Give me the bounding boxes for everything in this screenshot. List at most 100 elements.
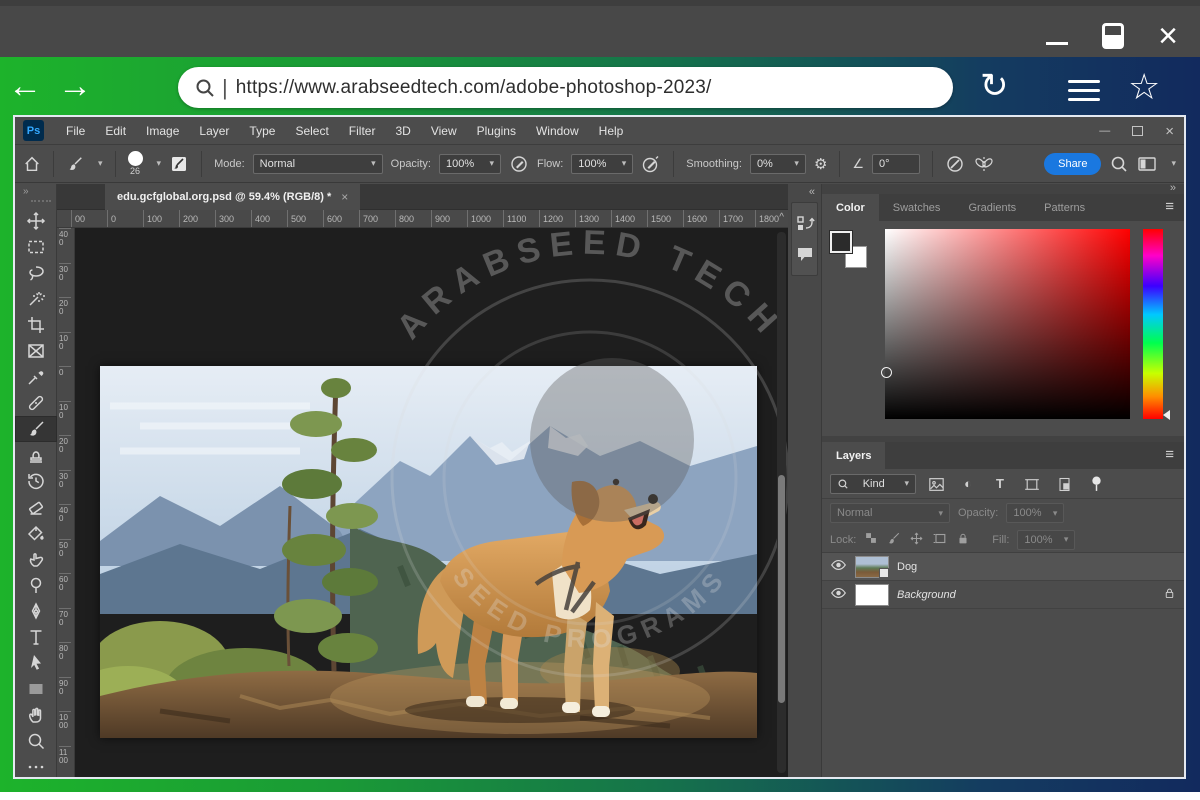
canvas[interactable]: ARABSEED TECH SEED PROGRAMS [75,228,788,777]
filter-shape-layers-icon[interactable] [1020,475,1044,491]
tab-swatches[interactable]: Swatches [879,194,955,221]
maximize-button[interactable] [1102,23,1124,49]
brush-settings-panel-icon[interactable] [169,154,189,174]
menu-item[interactable]: Layer [189,124,239,138]
minimize-button[interactable] [1046,42,1068,45]
visibility-eye-icon[interactable] [830,558,847,575]
lock-pixels-icon[interactable] [886,531,901,549]
menu-item[interactable]: Filter [339,124,386,138]
rectangle-tool[interactable] [15,676,57,702]
browser-menu-button[interactable] [1068,74,1100,107]
menu-item[interactable]: Type [239,124,285,138]
lock-position-icon[interactable] [909,531,924,549]
color-picker-handle[interactable] [881,367,892,378]
filter-smart-objects-icon[interactable] [1052,475,1076,491]
pressure-size-icon[interactable] [945,154,965,174]
menu-item[interactable]: Window [526,124,589,138]
mode-dropdown[interactable]: Normal ▾ [253,154,383,174]
home-icon[interactable] [23,155,41,173]
chevron-down-icon[interactable]: ▾ [1171,158,1176,169]
ps-close-button[interactable]: × [1165,123,1174,140]
tab-layers[interactable]: Layers [822,442,885,469]
filter-toggle-pin-icon[interactable] [1084,475,1108,492]
menu-item[interactable]: Help [589,124,634,138]
saturation-brightness-field[interactable] [885,229,1130,419]
dodge-tool[interactable] [15,572,57,598]
layer-filter-kind-dropdown[interactable]: Kind ▾ [830,474,916,494]
filter-pixel-layers-icon[interactable] [924,475,948,491]
opacity-dropdown[interactable]: 100% ▾ [439,154,501,174]
layer-name[interactable]: Background [897,589,956,601]
bookmark-button[interactable]: ☆ [1128,66,1160,108]
ps-minimize-button[interactable]: — [1099,125,1110,137]
toolbar-expand-icon[interactable]: » [23,186,29,197]
object-selection-tool[interactable] [15,286,57,312]
tab-patterns[interactable]: Patterns [1030,194,1099,221]
frame-tool[interactable] [15,338,57,364]
workspace-switcher-icon[interactable] [1137,155,1157,173]
layer-row-dog[interactable]: Dog [822,553,1184,581]
panel-menu-icon[interactable]: ≡ [1165,442,1184,469]
eyedropper-tool[interactable] [15,364,57,390]
menu-item[interactable]: Edit [95,124,136,138]
clone-stamp-tool[interactable] [15,442,57,468]
filter-type-layers-icon[interactable]: T [988,476,1012,491]
fill-dropdown[interactable]: 100% ▾ [1017,530,1075,550]
panel-menu-icon[interactable]: ≡ [1165,194,1184,221]
version-history-icon[interactable] [792,209,817,239]
menu-item[interactable]: Select [285,124,338,138]
tab-color[interactable]: Color [822,194,879,221]
paint-symmetry-icon[interactable] [973,154,995,174]
paint-bucket-tool[interactable] [15,520,57,546]
panels-expand-icon[interactable]: » [1170,182,1176,194]
refresh-button[interactable]: ↻ [980,66,1009,106]
layer-name[interactable]: Dog [897,561,917,573]
hue-slider-handle[interactable] [1163,410,1170,420]
lock-artboard-icon[interactable] [932,531,948,549]
menu-item[interactable]: Plugins [467,124,526,138]
toolbar-grip[interactable] [31,200,51,202]
search-icon[interactable] [1109,154,1129,174]
spot-healing-brush-tool[interactable] [15,390,57,416]
menu-item[interactable]: Image [136,124,189,138]
tab-close-icon[interactable]: × [341,190,348,204]
share-button[interactable]: Share [1044,153,1101,175]
dock-collapse-icon[interactable]: « [788,184,821,198]
brush-preset-icon[interactable] [66,155,84,173]
chevron-down-icon[interactable]: ▾ [98,158,103,169]
rectangular-marquee-tool[interactable] [15,234,57,260]
path-selection-tool[interactable] [15,650,57,676]
airbrush-icon[interactable] [641,154,661,174]
menu-item[interactable]: File [56,124,95,138]
type-tool[interactable] [15,624,57,650]
comments-icon[interactable] [792,239,817,269]
layers-opacity-dropdown[interactable]: 100% ▾ [1006,503,1064,523]
hue-slider[interactable] [1143,229,1163,419]
blend-mode-dropdown[interactable]: Normal ▾ [830,503,950,523]
pen-tool[interactable] [15,598,57,624]
foreground-color-swatch[interactable] [830,231,852,253]
lock-transparency-icon[interactable] [864,531,878,548]
close-button[interactable]: × [1158,21,1178,51]
menu-item[interactable]: 3D [385,124,420,138]
flow-dropdown[interactable]: 100% ▾ [571,154,633,174]
document-tab[interactable]: edu.gcfglobal.org.psd @ 59.4% (RGB/8) * … [105,184,360,210]
scrollbar-thumb[interactable] [778,475,785,703]
dog-photo[interactable] [100,366,757,738]
canvas-scrollbar[interactable] [777,232,786,773]
filter-adjustment-layers-icon[interactable]: ◐ [956,476,980,491]
edit-toolbar-icon[interactable] [15,754,57,780]
layer-row-background[interactable]: Background [822,581,1184,609]
lock-all-icon[interactable] [956,531,970,549]
smoothing-dropdown[interactable]: 0% ▾ [750,154,806,174]
angle-input[interactable]: 0° [872,154,920,174]
menu-item[interactable]: View [421,124,467,138]
layer-thumbnail[interactable] [855,584,889,606]
history-brush-tool[interactable] [15,468,57,494]
layer-thumbnail[interactable] [855,556,889,578]
gear-icon[interactable]: ⚙ [814,155,827,173]
brush-size-picker[interactable]: 26 [128,151,143,176]
move-tool[interactable] [15,208,57,234]
smudge-tool[interactable] [15,546,57,572]
zoom-tool[interactable] [15,728,57,754]
